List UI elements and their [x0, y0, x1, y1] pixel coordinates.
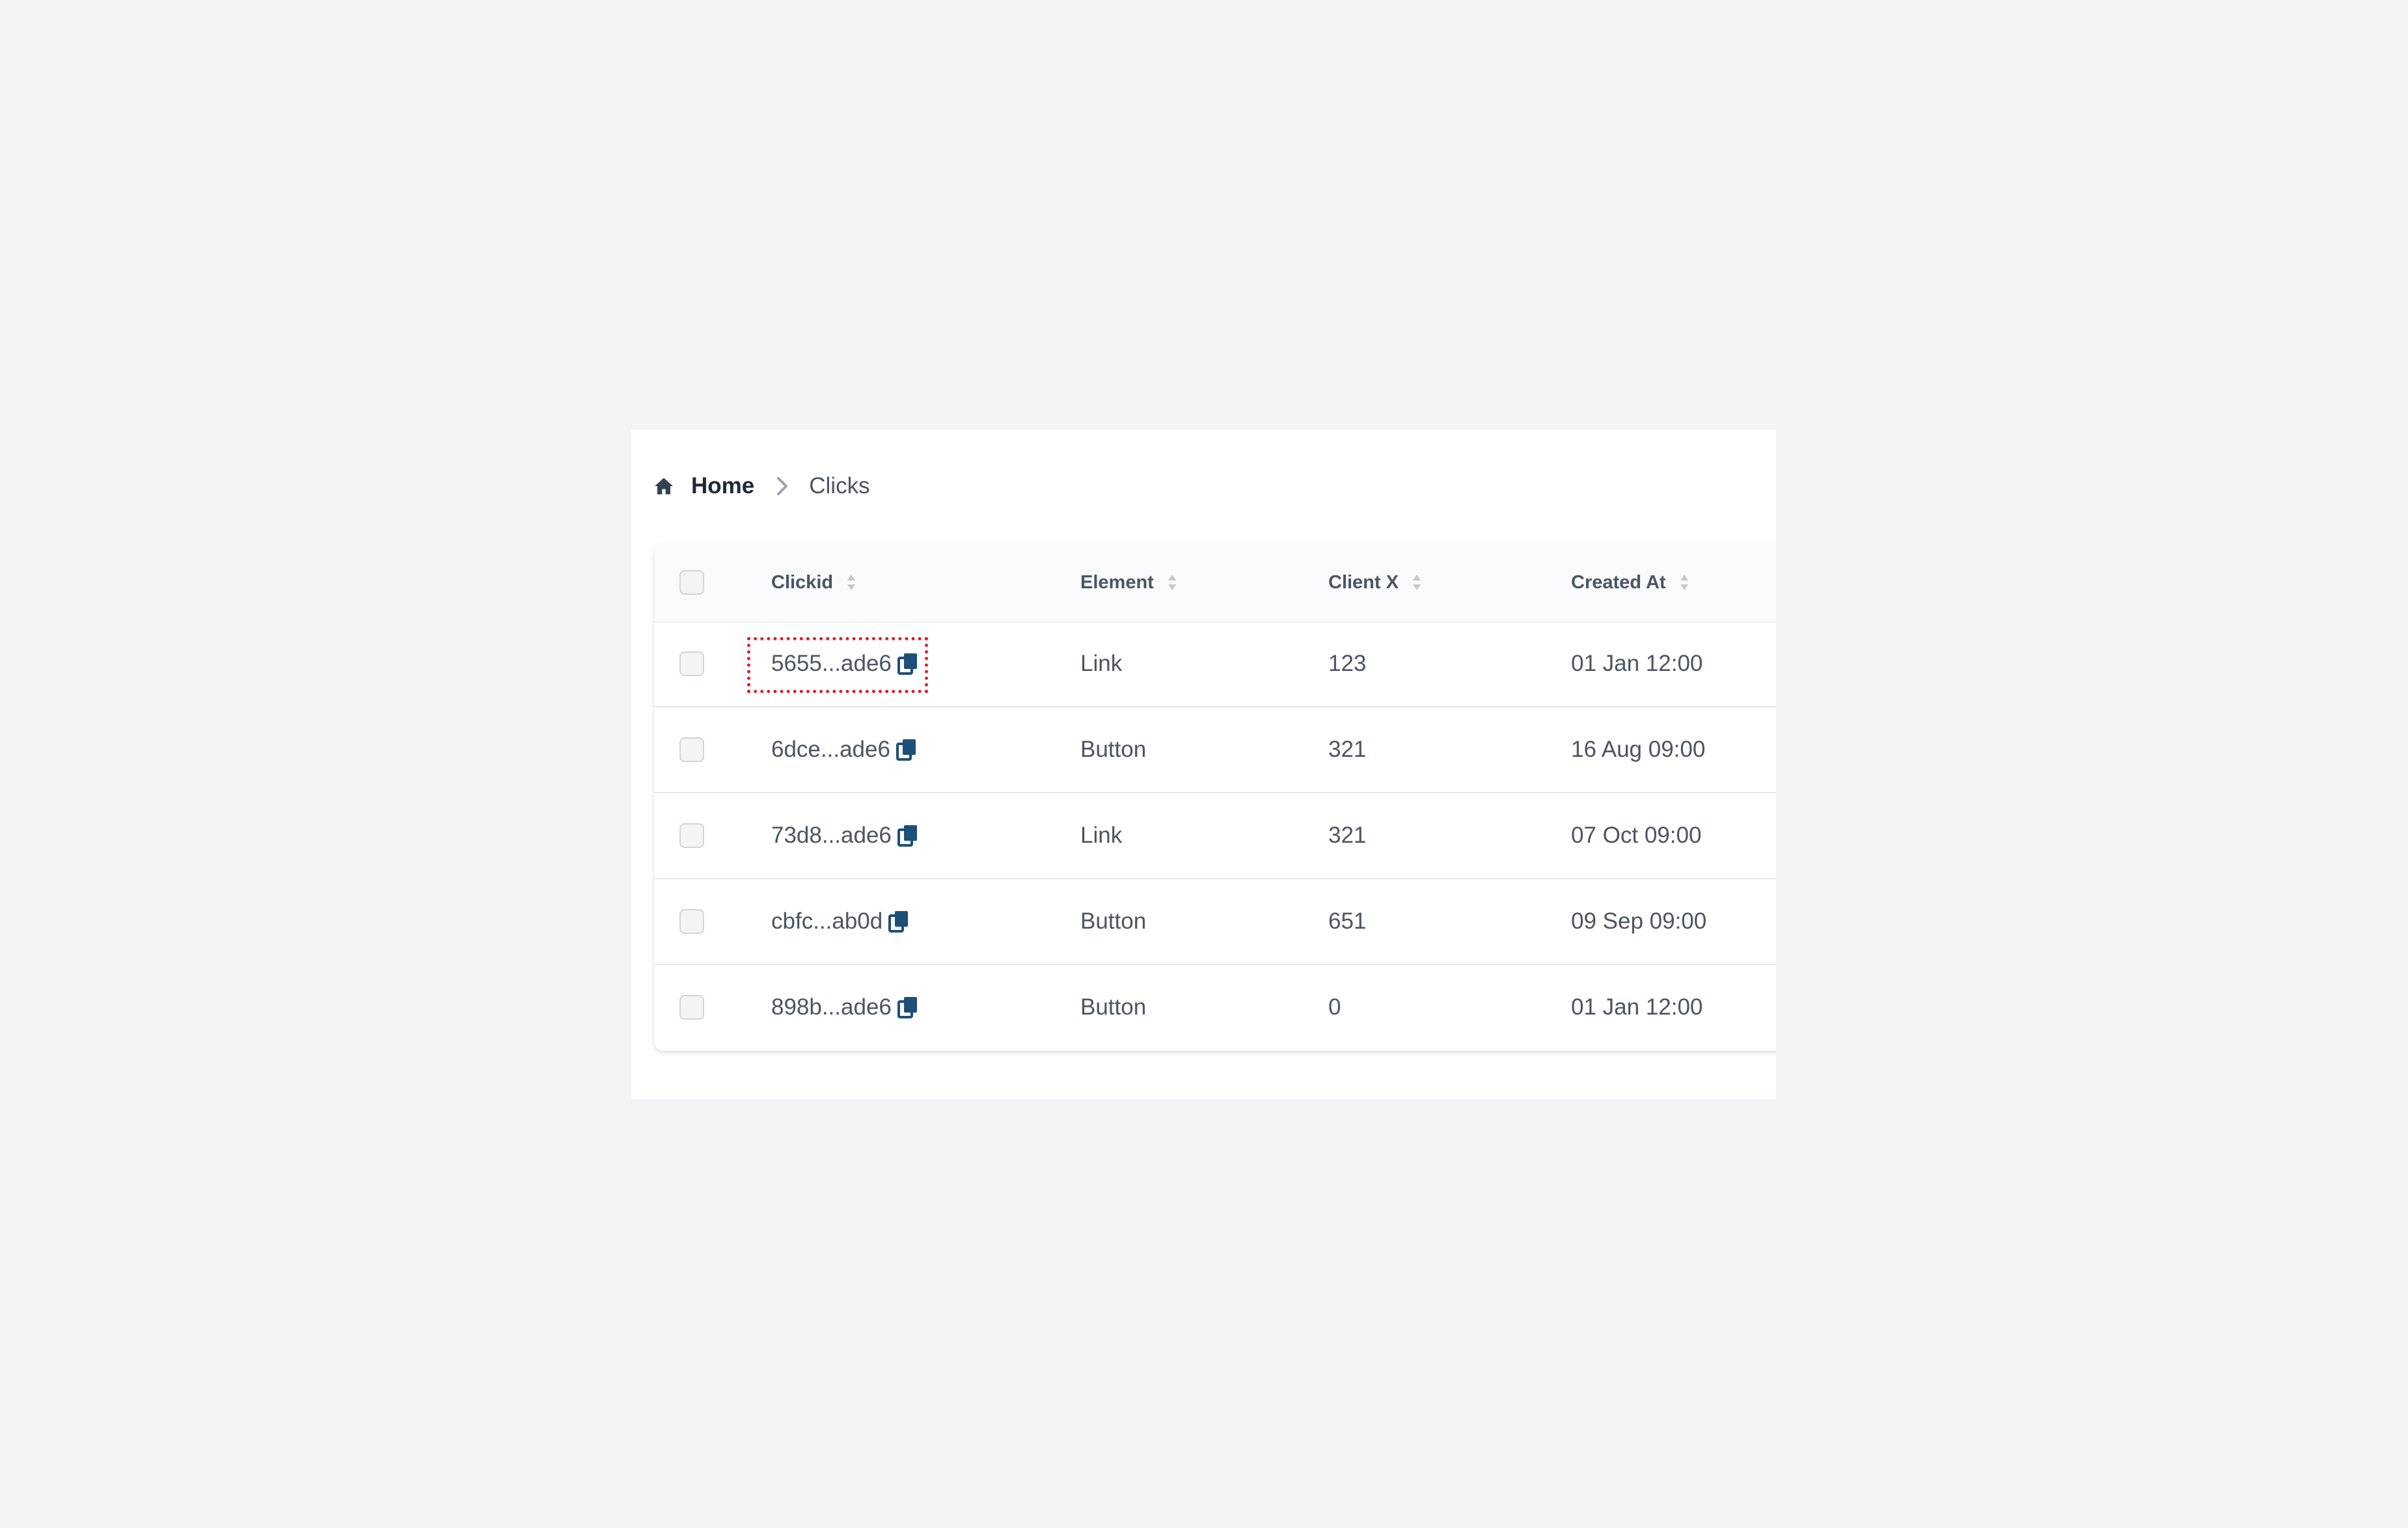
- client-x-cell: 321: [1328, 823, 1367, 848]
- column-header-label: Client X: [1328, 571, 1399, 593]
- chevron-right-icon: [774, 473, 791, 499]
- created-at-cell: 09 Sep 09:00: [1571, 908, 1707, 934]
- created-at-cell: 07 Oct 09:00: [1571, 823, 1702, 848]
- row-checkbox[interactable]: [679, 737, 704, 762]
- column-header-clickid[interactable]: Clickid: [771, 543, 856, 621]
- column-header-element[interactable]: Element: [1080, 543, 1177, 621]
- created-at-cell: 16 Aug 09:00: [1571, 737, 1706, 762]
- created-at-cell: 01 Jan 12:00: [1571, 994, 1703, 1020]
- row-checkbox[interactable]: [679, 651, 704, 676]
- column-header-label: Clickid: [771, 571, 834, 593]
- breadcrumb-current: Clicks: [809, 473, 870, 498]
- clickid-value: 5655...ade6: [771, 651, 892, 676]
- column-header-label: Element: [1080, 571, 1154, 593]
- created-at-cell: 01 Jan 12:00: [1571, 651, 1703, 676]
- clickid-value: 6dce...ade6: [771, 737, 890, 762]
- element-cell: Link: [1080, 651, 1123, 676]
- column-header-client-x[interactable]: Client X: [1328, 543, 1422, 621]
- clickid-value: cbfc...ab0d: [771, 908, 883, 934]
- clickid-cell: 73d8...ade6: [771, 793, 919, 878]
- table-row[interactable]: 73d8...ade6 Link 321 07 Oct 09:00: [654, 793, 1776, 879]
- copy-icon[interactable]: [897, 996, 919, 1019]
- table-row[interactable]: 898b...ade6 Button 0 01 Jan 12:00: [654, 965, 1776, 1051]
- column-header-label: Created At: [1571, 571, 1666, 593]
- select-all-checkbox[interactable]: [679, 570, 704, 595]
- element-cell: Button: [1080, 908, 1147, 934]
- clickid-cell: 6dce...ade6: [771, 707, 918, 792]
- clickid-cell: 898b...ade6: [771, 965, 919, 1050]
- client-x-cell: 0: [1328, 994, 1341, 1020]
- sort-icon[interactable]: [1412, 573, 1422, 592]
- row-checkbox[interactable]: [679, 909, 704, 934]
- table-row[interactable]: 5655...ade6 Link 123 01 Jan 12:00: [654, 621, 1776, 707]
- row-checkbox[interactable]: [679, 995, 704, 1020]
- sort-icon[interactable]: [1679, 573, 1690, 592]
- client-x-cell: 651: [1328, 908, 1367, 934]
- copy-icon[interactable]: [897, 824, 919, 847]
- column-header-created-at[interactable]: Created At: [1571, 543, 1690, 621]
- breadcrumb: Home Clicks: [653, 463, 870, 509]
- client-x-cell: 321: [1328, 737, 1367, 762]
- copy-icon[interactable]: [897, 652, 919, 675]
- copy-icon[interactable]: [888, 910, 910, 933]
- copy-icon[interactable]: [896, 738, 918, 761]
- element-cell: Link: [1080, 823, 1123, 848]
- table-row[interactable]: cbfc...ab0d Button 651 09 Sep 09:00: [654, 879, 1776, 965]
- breadcrumb-home-link[interactable]: Home: [691, 473, 754, 499]
- sort-icon[interactable]: [846, 573, 856, 592]
- table-row[interactable]: 6dce...ade6 Button 321 16 Aug 09:00: [654, 707, 1776, 793]
- content-panel: Home Clicks Clickid Element Client X Cre…: [631, 430, 1776, 1099]
- element-cell: Button: [1080, 994, 1147, 1020]
- client-x-cell: 123: [1328, 651, 1367, 676]
- table-header: Clickid Element Client X Created At: [654, 543, 1776, 623]
- home-icon[interactable]: [653, 476, 674, 497]
- clickid-cell: cbfc...ab0d: [771, 879, 910, 964]
- element-cell: Button: [1080, 737, 1147, 762]
- clicks-table: Clickid Element Client X Created At 5655…: [654, 543, 1776, 1051]
- sort-icon[interactable]: [1167, 573, 1177, 592]
- clickid-value: 898b...ade6: [771, 994, 892, 1020]
- row-checkbox[interactable]: [679, 823, 704, 848]
- clickid-cell: 5655...ade6: [771, 621, 919, 706]
- clickid-value: 73d8...ade6: [771, 823, 892, 848]
